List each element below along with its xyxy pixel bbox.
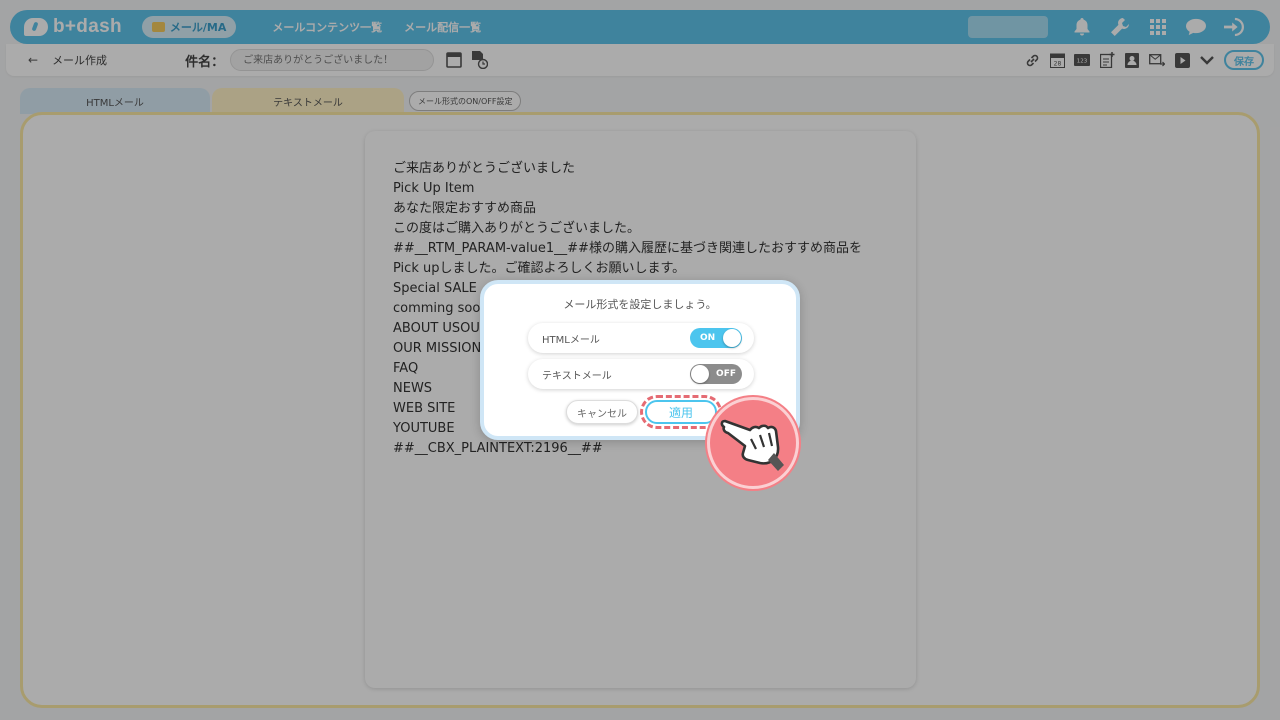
cancel-button[interactable]: キャンセル (566, 400, 638, 424)
apply-button[interactable]: 適用 (640, 395, 722, 429)
text-mail-toggle[interactable]: OFF (690, 364, 742, 384)
html-mail-toggle[interactable]: ON (690, 328, 742, 348)
toggle-knob (723, 329, 741, 347)
text-mail-option: テキストメール OFF (528, 359, 754, 389)
html-mail-option: HTMLメール ON (528, 323, 754, 353)
text-mail-option-label: テキストメール (542, 370, 612, 382)
dialog-title: メール形式を設定しましょう。 (563, 298, 717, 311)
html-mail-option-label: HTMLメール (542, 334, 600, 346)
pointing-hand-icon (707, 397, 799, 489)
toggle-knob (691, 365, 709, 383)
toggle-state-text: OFF (716, 369, 736, 379)
toggle-state-text: ON (700, 333, 716, 343)
